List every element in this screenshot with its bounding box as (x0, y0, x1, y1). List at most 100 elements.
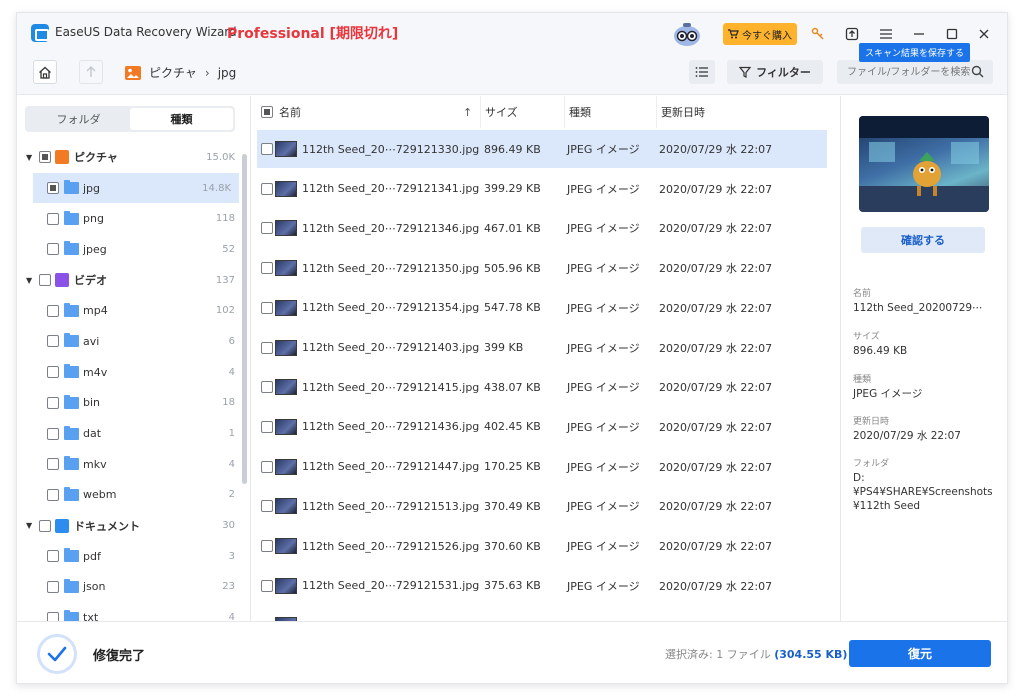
tree-item-label: txt (83, 611, 99, 621)
file-checkbox[interactable] (261, 222, 273, 235)
file-row[interactable]: 112th Seed_20⋯729121436.jpg 402.45 KB JPEG… (257, 408, 827, 446)
expand-caret-icon[interactable]: ▼ (26, 276, 32, 285)
app-title: EaseUS Data Recovery Wizard (55, 25, 237, 39)
item-checkbox[interactable] (47, 182, 59, 195)
file-row[interactable]: 112th Seed_20⋯729121447.jpg 170.25 KB JPEG… (257, 448, 827, 486)
file-row[interactable]: 112th Seed_20⋯729121526.jpg 370.60 KB JPEG… (257, 527, 827, 565)
item-checkbox[interactable] (47, 396, 59, 409)
confirm-preview-button[interactable]: 確認する (861, 227, 985, 253)
tree-item-txt[interactable]: txt 4 (17, 602, 243, 621)
meta-value: D: ¥PS4¥SHARE¥Screenshots¥112th Seed (853, 472, 993, 512)
file-date: 2020/07/29 水 22:07 (659, 262, 773, 276)
file-row[interactable]: 112th Seed_20⋯729121350.jpg 505.96 KB JPEG… (257, 249, 827, 287)
maximize-icon[interactable] (943, 25, 961, 43)
item-checkbox[interactable] (47, 335, 59, 348)
item-checkbox[interactable] (47, 427, 59, 440)
file-name: 112th Seed_20⋯729121346.jpg (302, 221, 480, 235)
file-checkbox[interactable] (261, 500, 273, 513)
file-row[interactable]: 112th Seed_20⋯729121341.jpg 399.29 KB JPEG… (257, 170, 827, 208)
check-circle-icon (37, 634, 77, 674)
filter-button[interactable]: フィルター (727, 60, 823, 84)
buy-now-button[interactable]: 今すぐ購入 (723, 23, 797, 45)
tree-item-webm[interactable]: webm 2 (17, 480, 243, 511)
tree-item-label: ビデオ (74, 274, 107, 288)
column-size[interactable]: サイズ (481, 96, 565, 128)
tree-item-ビデオ[interactable]: ▼ ビデオ 137 (17, 265, 243, 296)
minimize-icon[interactable] (910, 25, 928, 43)
item-checkbox[interactable] (47, 488, 59, 501)
sidebar-scrollbar[interactable] (242, 154, 247, 484)
meta-label: フォルダ (853, 459, 890, 469)
tree-item-png[interactable]: png 118 (17, 203, 243, 234)
tab-folder[interactable]: フォルダ (27, 108, 130, 130)
mascot-icon[interactable] (672, 21, 702, 47)
item-checkbox[interactable] (47, 580, 59, 593)
file-checkbox[interactable] (261, 460, 273, 473)
file-checkbox[interactable] (261, 143, 273, 155)
file-row[interactable]: 112th Seed_20⋯729121330.jpg 896.49 KB JPEG… (257, 130, 827, 168)
close-icon[interactable] (975, 25, 993, 43)
category-checkbox[interactable] (39, 519, 51, 532)
tree-item-dat[interactable]: dat 1 (17, 418, 243, 449)
tab-type[interactable]: 種類 (130, 108, 233, 130)
column-name[interactable]: 名前 ↑ (257, 96, 481, 128)
file-checkbox[interactable] (261, 420, 273, 433)
file-thumbnail (275, 141, 297, 157)
file-checkbox[interactable] (261, 341, 273, 354)
tree-item-mp4[interactable]: mp4 102 (17, 295, 243, 326)
tree-item-mkv[interactable]: mkv 4 (17, 449, 243, 480)
meta-label: 名前 (853, 289, 872, 299)
file-checkbox[interactable] (261, 540, 273, 552)
item-checkbox[interactable] (47, 212, 59, 225)
item-checkbox[interactable] (47, 611, 59, 621)
file-checkbox[interactable] (261, 579, 273, 592)
file-checkbox[interactable] (261, 182, 273, 195)
tree-item-ピクチャ[interactable]: ▼ ピクチャ 15.0K (17, 142, 243, 173)
select-all-checkbox[interactable] (261, 106, 273, 118)
item-checkbox[interactable] (47, 458, 59, 471)
menu-icon[interactable] (877, 25, 895, 43)
category-checkbox[interactable] (39, 151, 51, 164)
tree-item-bin[interactable]: bin 18 (17, 388, 243, 419)
file-checkbox[interactable] (261, 301, 273, 314)
file-row[interactable]: 112th Seed_20⋯729121354.jpg 547.78 KB JPEG… (257, 289, 827, 327)
file-size: 896.49 KB (484, 142, 541, 156)
folder-icon (64, 333, 79, 348)
file-row[interactable]: 112th Seed_20⋯729121415.jpg 438.07 KB JPEG… (257, 368, 827, 406)
file-checkbox[interactable] (261, 262, 273, 275)
item-checkbox[interactable] (47, 304, 59, 317)
up-folder-button[interactable] (79, 60, 103, 84)
item-checkbox[interactable] (47, 366, 59, 379)
tree-item-pdf[interactable]: pdf 3 (17, 541, 243, 572)
breadcrumb-item-pictures[interactable]: ピクチャ (149, 64, 197, 81)
tree-item-avi[interactable]: avi 6 (17, 326, 243, 357)
file-row[interactable] (257, 606, 827, 621)
item-checkbox[interactable] (47, 550, 59, 563)
tree-item-m4v[interactable]: m4v 4 (17, 357, 243, 388)
expand-caret-icon[interactable]: ▼ (26, 153, 32, 162)
key-icon[interactable] (809, 25, 827, 43)
folder-icon (64, 394, 79, 409)
expand-caret-icon[interactable]: ▼ (26, 521, 32, 530)
tree-item-json[interactable]: json 23 (17, 572, 243, 603)
tree-item-ドキュメント[interactable]: ▼ ドキュメント 30 (17, 510, 243, 541)
file-row[interactable]: 112th Seed_20⋯729121403.jpg 399 KB JPEG イメ… (257, 329, 827, 367)
recover-button[interactable]: 復元 (849, 640, 991, 667)
file-row[interactable]: 112th Seed_20⋯729121346.jpg 467.01 KB JPEG… (257, 209, 827, 247)
category-checkbox[interactable] (39, 274, 51, 287)
item-checkbox[interactable] (47, 243, 59, 256)
file-row[interactable]: 112th Seed_20⋯729121531.jpg 375.63 KB JPEG… (257, 567, 827, 605)
search-icon[interactable] (971, 65, 984, 81)
list-view-button[interactable] (689, 60, 715, 84)
column-date[interactable]: 更新日時 (657, 96, 833, 128)
home-button[interactable] (33, 60, 57, 84)
tree-item-count: 6 (228, 335, 235, 347)
file-checkbox[interactable] (261, 381, 273, 394)
tree-item-jpg[interactable]: jpg 14.8K (33, 172, 239, 204)
tree-item-jpeg[interactable]: jpeg 52 (17, 234, 243, 265)
breadcrumb-item-jpg[interactable]: jpg (218, 66, 237, 80)
save-scan-icon[interactable] (843, 25, 861, 43)
column-type[interactable]: 種類 (565, 96, 657, 128)
search-input[interactable] (837, 60, 993, 84)
file-row[interactable]: 112th Seed_20⋯729121513.jpg 370.49 KB JPEG… (257, 487, 827, 525)
